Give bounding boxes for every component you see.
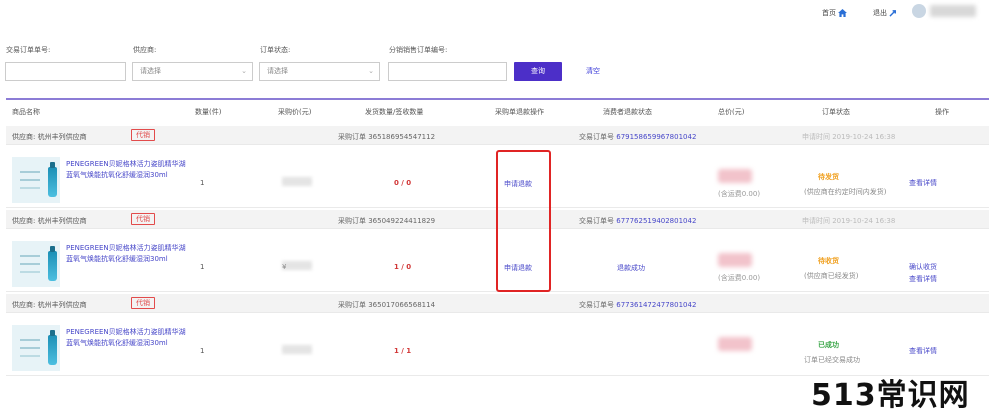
purchase-order-no: 采购订单 365186954547112 xyxy=(338,133,436,141)
price-redacted xyxy=(282,261,312,270)
home-label: 首页 xyxy=(822,9,836,17)
total-price-redacted xyxy=(718,253,752,267)
quantity: 1 xyxy=(200,263,205,271)
col-consumer-refund-status: 消费者退款状态 xyxy=(603,108,652,116)
supplier-label: 供应商: xyxy=(133,46,157,54)
ship-recv-count: 1 / 1 xyxy=(394,347,412,355)
product-thumbnail[interactable] xyxy=(12,325,60,371)
logout-label: 退出 xyxy=(873,9,887,17)
consumer-order-no-link[interactable]: 677361472477801042 xyxy=(616,301,696,309)
quantity: 1 xyxy=(200,347,205,355)
order-header: 供应商: 杭州丰列供应商 代销 采购订单 365186954547112 交易订… xyxy=(6,126,989,145)
confirm-receipt-link[interactable]: 确认收货 xyxy=(909,262,937,272)
clear-link[interactable]: 清空 xyxy=(586,66,600,76)
applied-time: 申请时间 2019-10-24 16:38 xyxy=(802,133,896,141)
ship-recv-count: 0 / 0 xyxy=(394,179,412,187)
view-detail-link[interactable]: 查看详情 xyxy=(909,274,937,284)
highlight-annotation-box xyxy=(496,150,551,292)
consumer-order-no-label: 交易订单号 xyxy=(579,217,614,225)
col-refund-action: 采购单退款操作 xyxy=(495,108,544,116)
distribution-order-no-input[interactable] xyxy=(388,62,507,81)
consignment-tag: 代销 xyxy=(131,129,155,141)
consumer-order-no: 交易订单号 677762519402801042 xyxy=(579,216,696,226)
logout-link[interactable]: 退出 xyxy=(873,8,898,18)
col-product-name: 商品名称 xyxy=(12,108,40,116)
purchase-order-no: 采购订单 365017066568114 xyxy=(338,301,436,309)
table-header: 商品名称 数量(件) 采购价(元) 发货数量/签收数量 采购单退款操作 消费者退… xyxy=(6,100,989,122)
consumer-order-no-label: 交易订单号 xyxy=(579,133,614,141)
product-box-graphic xyxy=(20,255,40,257)
view-detail-link[interactable]: 查看详情 xyxy=(909,178,937,188)
bottle-icon xyxy=(48,330,57,365)
order-status-note: (供应商已经发货) xyxy=(804,272,859,280)
house-icon xyxy=(838,9,847,17)
col-order-status: 订单状态 xyxy=(822,108,850,116)
supplier-select[interactable]: 请选择 ⌄ xyxy=(132,62,253,81)
home-link[interactable]: 首页 xyxy=(822,8,847,18)
order-supplier: 供应商: 杭州丰列供应商 xyxy=(12,301,87,309)
chevron-down-icon: ⌄ xyxy=(241,67,247,75)
consumer-order-no: 交易订单号 679158659967801042 xyxy=(579,132,696,142)
price-redacted xyxy=(282,177,312,186)
order-status: 待收货 xyxy=(818,257,839,265)
order-supplier: 供应商: 杭州丰列供应商 xyxy=(12,217,87,225)
freight-note: (含运费0.00) xyxy=(718,274,761,282)
consumer-order-no-link[interactable]: 677762519402801042 xyxy=(616,217,696,225)
col-ship-recv: 发货数量/签收数量 xyxy=(365,108,424,116)
view-detail-link[interactable]: 查看详情 xyxy=(909,346,937,356)
ship-recv-count: 1 / 0 xyxy=(394,263,412,271)
order-supplier: 供应商: 杭州丰列供应商 xyxy=(12,133,87,141)
product-box-graphic xyxy=(20,171,40,173)
col-qty: 数量(件) xyxy=(195,108,222,116)
applied-time: 申请时间 2019-10-24 16:38 xyxy=(802,217,896,225)
price-currency: ¥ xyxy=(282,263,287,271)
price-redacted xyxy=(282,345,312,354)
col-total-price: 总价(元) xyxy=(718,108,745,116)
total-price-redacted xyxy=(718,169,752,183)
bottle-icon xyxy=(48,162,57,197)
product-thumbnail[interactable] xyxy=(12,241,60,287)
consumer-order-no-link[interactable]: 679158659967801042 xyxy=(616,133,696,141)
product-box-graphic xyxy=(20,339,40,341)
total-price-redacted xyxy=(718,337,752,351)
exit-arrow-icon xyxy=(889,10,896,17)
product-name-link[interactable]: PENEGREEN贝妮格林活力姿肌精华湖蓝氧气焕能抗氧化舒缓湿润30ml xyxy=(66,243,191,265)
product-thumbnail[interactable] xyxy=(12,157,60,203)
query-button[interactable]: 查询 xyxy=(514,62,562,81)
order-status-select[interactable]: 请选择 ⌄ xyxy=(259,62,380,81)
consumer-order-no-label: 交易订单号 xyxy=(579,301,614,309)
bottle-icon xyxy=(48,246,57,281)
table-row: PENEGREEN贝妮格林活力姿肌精华湖蓝氧气焕能抗氧化舒缓湿润30ml 1 1… xyxy=(6,313,989,376)
order-block: 供应商: 杭州丰列供应商 代销 采购订单 365017066568114 交易订… xyxy=(6,294,989,376)
purchase-order-no: 采购订单 365049224411829 xyxy=(338,217,436,225)
order-status-note: (供应商在约定时间内发货) xyxy=(804,188,887,196)
quantity: 1 xyxy=(200,179,205,187)
order-header: 供应商: 杭州丰列供应商 代销 采购订单 365017066568114 交易订… xyxy=(6,294,989,313)
order-status: 已成功 xyxy=(818,341,839,349)
consumer-order-no: 交易订单号 677361472477801042 xyxy=(579,300,696,310)
order-status-label: 订单状态: xyxy=(260,46,291,54)
product-name-link[interactable]: PENEGREEN贝妮格林活力姿肌精华湖蓝氧气焕能抗氧化舒缓湿润30ml xyxy=(66,159,191,181)
consignment-tag: 代销 xyxy=(131,297,155,309)
consignment-tag: 代销 xyxy=(131,213,155,225)
site-watermark: 513常识网 xyxy=(811,378,970,413)
username-redacted xyxy=(930,5,976,17)
top-bar: 首页 退出 xyxy=(0,0,1007,26)
distribution-order-no-label: 分销销售订单编号: xyxy=(389,46,448,54)
col-actions: 操作 xyxy=(935,108,949,116)
avatar[interactable] xyxy=(912,4,926,18)
trade-order-no-label: 交易订单单号: xyxy=(6,46,51,54)
order-status-note: 订单已经交易成功 xyxy=(804,356,860,364)
order-status: 待发货 xyxy=(818,173,839,181)
supplier-select-value: 请选择 xyxy=(140,67,161,75)
consumer-refund-status[interactable]: 退款成功 xyxy=(617,263,645,273)
chevron-down-icon: ⌄ xyxy=(368,67,374,75)
order-status-select-value: 请选择 xyxy=(267,67,288,75)
freight-note: (含运费0.00) xyxy=(718,190,761,198)
product-name-link[interactable]: PENEGREEN贝妮格林活力姿肌精华湖蓝氧气焕能抗氧化舒缓湿润30ml xyxy=(66,327,191,349)
trade-order-no-input[interactable] xyxy=(5,62,126,81)
col-purchase-price: 采购价(元) xyxy=(278,108,312,116)
